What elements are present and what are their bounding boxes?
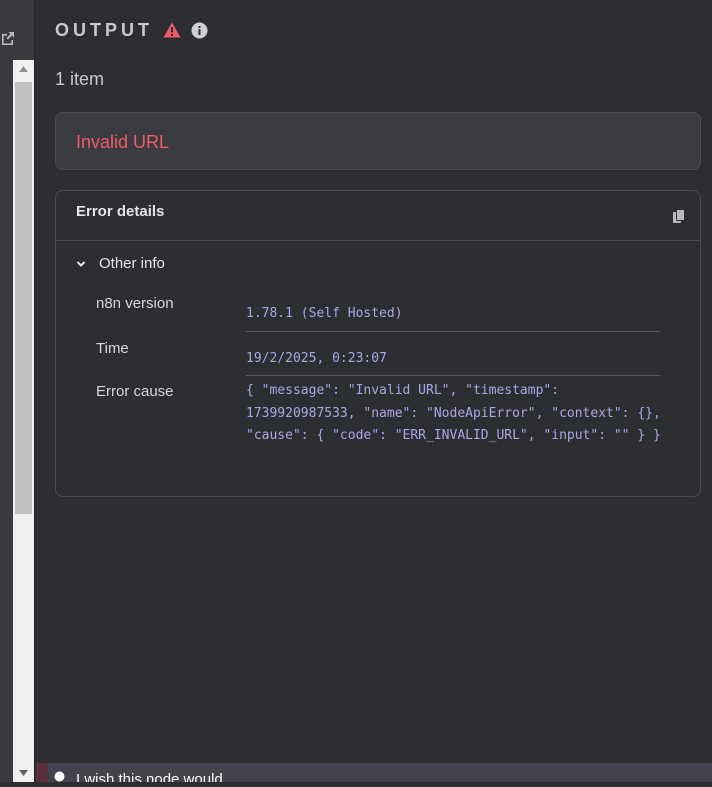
scroll-up-button[interactable] [13, 60, 34, 80]
error-details-title: Error details [76, 203, 165, 220]
info-value: 1.78.1 (Self Hosted) [246, 306, 403, 321]
info-key: n8n version [96, 295, 174, 312]
info-circle-icon[interactable] [191, 22, 208, 39]
other-info-label: Other info [99, 255, 165, 272]
warning-triangle-icon[interactable] [163, 22, 181, 38]
feedback-text: I wish this node would [76, 771, 223, 782]
output-title: OUTPUT [55, 19, 153, 40]
error-details-card: Error details Other info n8n version 1.7… [55, 190, 701, 497]
error-banner: Invalid URL [55, 112, 701, 170]
output-header: OUTPUT [55, 18, 208, 42]
info-value: 19/2/2025, 0:23:07 [246, 351, 387, 366]
scroll-down-arrow-icon [19, 770, 28, 776]
external-link-icon[interactable] [0, 30, 16, 46]
info-value: { "message": "Invalid URL", "timestamp":… [246, 383, 661, 443]
info-key: Time [96, 340, 129, 357]
item-count: 1 item [55, 69, 105, 89]
output-panel: OUTPUT 1 item Invalid URL Error details [36, 0, 712, 782]
scroll-down-button[interactable] [13, 764, 34, 782]
bulb-icon [54, 771, 65, 782]
info-key: Error cause [96, 383, 174, 400]
row-divider [246, 375, 660, 376]
scroll-up-arrow-icon [19, 66, 28, 72]
other-info-toggle[interactable]: Other info [76, 255, 165, 272]
scrollbar-thumb[interactable] [15, 82, 32, 514]
left-panel-strip [0, 0, 35, 782]
error-message: Invalid URL [76, 132, 170, 152]
error-details-header: Error details [56, 191, 700, 241]
chevron-down-icon [76, 260, 86, 267]
copy-icon[interactable] [672, 209, 686, 225]
row-divider [246, 331, 660, 332]
feedback-bar[interactable]: I wish this node would [36, 763, 712, 782]
feedback-accent [36, 763, 48, 782]
